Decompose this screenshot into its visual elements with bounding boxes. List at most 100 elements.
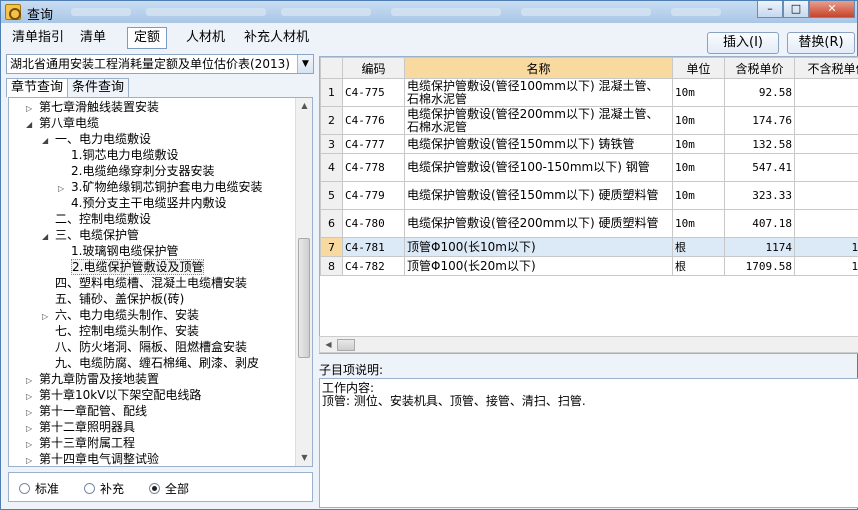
tab-list[interactable]: 清单 — [73, 27, 113, 49]
tree-node[interactable]: 五、铺砂、盖保护板(砖) — [42, 291, 184, 307]
tree-node[interactable]: 四、塑料电缆槽、混凝土电缆槽安装 — [42, 275, 247, 291]
expand-icon[interactable]: ▷ — [26, 437, 36, 453]
name-cell: 电缆保护管敷设(管径150mm以下) 硬质塑料管 — [404, 181, 673, 210]
row-number-header[interactable] — [320, 57, 343, 79]
scrollbar-thumb[interactable] — [337, 339, 355, 351]
expand-icon[interactable]: ▷ — [26, 453, 36, 466]
filter-supplementary[interactable]: 补充 — [84, 480, 124, 497]
tree-node-label: 八、防火堵洞、隔板、阻燃槽盒安装 — [55, 340, 248, 354]
tab-condition-query[interactable]: 条件查询 — [67, 78, 130, 98]
expand-icon[interactable]: ▷ — [26, 389, 36, 405]
filter-all[interactable]: 全部 — [149, 480, 189, 497]
quota-book-select[interactable]: 湖北省通用安装工程消耗量定额及单位估价表(2013) ▼ — [6, 54, 314, 74]
tree-node[interactable]: 七、控制电缆头制作、安装 — [42, 323, 199, 339]
tree-node[interactable]: ▷ 第十一章配管、配线 — [26, 403, 147, 419]
tree-node[interactable]: ▷ 第十四章电气调整试验 — [26, 451, 159, 466]
insert-button[interactable]: 插入(I) — [707, 32, 779, 54]
radio-icon[interactable] — [149, 483, 160, 494]
tree-node[interactable]: 九、电缆防腐、缠石棉绳、刷漆、剥皮 — [42, 355, 259, 371]
scrollbar-thumb[interactable] — [298, 238, 310, 358]
tree-node[interactable]: 二、控制电缆敷设 — [42, 211, 151, 227]
tab-quota[interactable]: 定额 — [127, 27, 168, 49]
net-price-cell: 301 — [794, 181, 858, 210]
tab-chapter-query[interactable]: 章节查询 — [6, 78, 69, 98]
unit-header[interactable]: 单位 — [672, 57, 725, 79]
chapter-tree[interactable]: ▷ 第十四章电气调整试验 ▷ 第十三章附属工程 ▷ 第十二章照明器具 ▷ 第十一章配管、配线 ▷… — [8, 97, 313, 467]
expand-icon[interactable]: ▷ — [26, 421, 36, 437]
replace-button[interactable]: 替换(R) — [787, 32, 855, 54]
blurred-title-area — [146, 8, 266, 16]
tree-node[interactable]: 八、防火堵洞、隔板、阻燃槽盒安装 — [42, 339, 247, 355]
tree-node[interactable]: ◢ 第八章电缆 — [26, 115, 99, 131]
tree-node[interactable]: ▷ 六、电力电缆头制作、安装 — [42, 307, 199, 323]
expand-icon[interactable]: ▷ — [58, 181, 68, 197]
code-cell: C4-778 — [342, 153, 405, 182]
net-price-cell: 528 — [794, 153, 858, 182]
table-row[interactable]: 3C4-777电缆保护管敷设(管径150mm以下) 铸铁管10m132.5812… — [320, 134, 858, 154]
unit-cell: 10m — [672, 153, 725, 182]
code-cell: C4-781 — [342, 237, 405, 257]
table-row[interactable]: 5 C4-779 电缆保护管敷设(管径150mm以下) 硬质塑料管 10m 323.33… — [320, 181, 858, 210]
tree-vertical-scrollbar[interactable]: ▲ ▼ — [295, 98, 312, 466]
tree-node-label: 第十二章照明器具 — [39, 420, 136, 434]
table-row[interactable]: 8C4-782顶管Φ100(长20m以下)根1709.581591 — [320, 256, 858, 276]
tax-price-cell: 323.33 — [724, 181, 795, 210]
tree-node[interactable]: 2.电缆保护管敷设及顶管 — [58, 259, 205, 275]
tax-price-cell: 174.76 — [724, 106, 795, 135]
collapse-icon[interactable]: ◢ — [26, 117, 36, 133]
net-price-header[interactable]: 不含税单价 — [794, 57, 858, 79]
scroll-up-icon[interactable]: ▲ — [296, 98, 312, 114]
filter-standard[interactable]: 标准 — [19, 480, 59, 497]
expand-icon[interactable]: ▷ — [26, 405, 36, 421]
table-row[interactable]: 1 C4-775 电缆保护管敷设(管径100mm以下) 混凝土管、石棉水泥管 10m 9… — [320, 78, 858, 107]
scroll-down-icon[interactable]: ▼ — [296, 450, 312, 466]
tree-node[interactable]: ▷ 第十章10kV以下架空配电线路 — [26, 387, 201, 403]
tree-node[interactable]: ◢ 三、电缆保护管 — [42, 227, 139, 243]
tree-node-label: 2.电缆绝缘穿刺分支器安装 — [71, 164, 215, 178]
radio-icon[interactable] — [84, 483, 95, 494]
tree-node[interactable]: 1.铜芯电力电缆敷设 — [58, 147, 178, 163]
tree-node-label: 一、电力电缆敷设 — [55, 132, 152, 146]
code-cell: C4-777 — [342, 134, 405, 154]
tree-node[interactable]: ▷ 第十二章照明器具 — [26, 419, 135, 435]
expand-icon[interactable]: ▷ — [42, 309, 52, 325]
tree-node-label: 七、控制电缆头制作、安装 — [55, 324, 200, 338]
scroll-left-icon[interactable]: ◀ — [320, 337, 337, 353]
quota-grid[interactable]: 编码名称单位含税单价不含税单价 1C4-775电缆保护管敷设(管径100mm以下… — [319, 56, 858, 354]
tab-supplementary-labor-material-machine[interactable]: 补充人材机 — [237, 27, 316, 49]
tab-list-guide[interactable]: 清单指引 — [5, 27, 71, 49]
tree-node[interactable]: 2.电缆绝缘穿刺分支器安装 — [58, 163, 214, 179]
tree-node[interactable]: ▷ 第九章防雷及接地装置 — [26, 371, 159, 387]
collapse-icon[interactable]: ◢ — [42, 133, 52, 149]
table-row[interactable]: 2 C4-776 电缆保护管敷设(管径200mm以下) 混凝土管、石棉水泥管 10m 1… — [320, 106, 858, 135]
table-row[interactable]: 6 C4-780 电缆保护管敷设(管径200mm以下) 硬质塑料管 10m 407.18… — [320, 209, 858, 238]
code-header[interactable]: 编码 — [342, 57, 405, 79]
collapse-icon[interactable]: ◢ — [42, 229, 52, 245]
table-row[interactable]: 4 C4-778 电缆保护管敷设(管径100-150mm以下) 钢管 10m 547.4… — [320, 153, 858, 182]
tree-node[interactable]: 1.玻璃钢电缆保护管 — [58, 243, 178, 259]
tree-node[interactable]: ▷ 第七章滑触线装置安装 — [26, 99, 159, 115]
close-button[interactable]: ✕ — [809, 1, 855, 18]
tree-node[interactable]: ▷ 3.矿物绝缘铜芯铜护套电力电缆安装 — [58, 179, 262, 195]
minimize-button[interactable]: – — [757, 1, 783, 18]
window-title: 查询 — [27, 8, 54, 23]
tree-node[interactable]: ◢ 一、电力电缆敷设 — [42, 131, 151, 147]
chevron-down-icon[interactable]: ▼ — [297, 55, 313, 73]
expand-icon[interactable]: ▷ — [26, 373, 36, 389]
grid-horizontal-scrollbar[interactable]: ◀ — [319, 336, 858, 353]
row-number: 2 — [320, 106, 343, 135]
code-cell: C4-775 — [342, 78, 405, 107]
tax-price-header[interactable]: 含税单价 — [724, 57, 795, 79]
tree-node[interactable]: 4.预分支主干电缆竖井内敷设 — [58, 195, 226, 211]
table-row[interactable]: 7C4-781顶管Φ100(长10m以下)根11741091 — [320, 237, 858, 257]
tree-node[interactable]: ▷ 第十三章附属工程 — [26, 435, 135, 451]
expand-icon[interactable]: ▷ — [26, 101, 36, 117]
title-bar[interactable]: 查询 – □ ✕ — [1, 1, 857, 23]
tab-labor-material-machine[interactable]: 人材机 — [179, 27, 232, 49]
tree-node-label: 4.预分支主干电缆竖井内敷设 — [71, 196, 227, 210]
name-header[interactable]: 名称 — [404, 57, 673, 79]
radio-icon[interactable] — [19, 483, 30, 494]
net-price-cell: 127 — [794, 134, 858, 154]
tax-price-cell: 1709.58 — [724, 256, 795, 276]
maximize-button[interactable]: □ — [783, 1, 809, 18]
